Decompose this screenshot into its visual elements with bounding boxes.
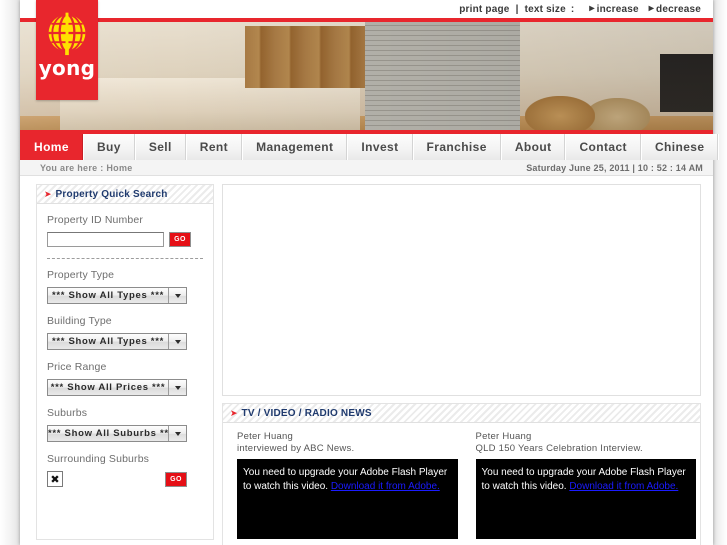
increase-text-size-link[interactable]: ▸ increase	[589, 2, 639, 15]
breadcrumb: You are here : Home	[40, 162, 133, 173]
nav-trailing-spacer	[718, 134, 720, 160]
video-description: interviewed by ABC News.	[237, 443, 355, 454]
video-item: Peter Huang QLD 150 Years Celebration In…	[462, 431, 701, 545]
download-flash-link[interactable]: Download it from Adobe.	[331, 480, 440, 493]
main-column: ➤ TV / VIDEO / RADIO NEWS Peter Huang in…	[222, 184, 701, 545]
print-page-link[interactable]: print page	[459, 4, 509, 15]
price-range-value: *** Show All Prices ***	[50, 382, 166, 393]
quick-search-title: Property Quick Search	[55, 188, 168, 200]
current-datetime: Saturday June 25, 2011 | 10 : 52 : 14 AM	[526, 162, 703, 173]
price-range-label: Price Range	[47, 361, 107, 373]
utility-separator: |	[515, 3, 519, 15]
nav-item-chinese[interactable]: Chinese	[640, 134, 719, 160]
increase-label: increase	[596, 3, 639, 15]
decrease-label: decrease	[656, 3, 701, 15]
property-id-input[interactable]	[47, 232, 164, 247]
surrounding-suburbs-go-button[interactable]: GO	[165, 471, 187, 487]
building-type-value: *** Show All Types ***	[51, 336, 164, 347]
video-grid: Peter Huang interviewed by ABC News. You…	[223, 423, 700, 545]
nav-item-about[interactable]: About	[500, 134, 566, 160]
building-type-label: Building Type	[47, 315, 112, 327]
property-type-select[interactable]: *** Show All Types ***	[47, 287, 187, 304]
chevron-down-icon	[168, 334, 186, 349]
chevron-down-icon	[168, 426, 186, 441]
utility-bar: print page | text size : ▸ increase ▸ decr…	[20, 0, 713, 18]
content-area: ➤ Property Quick Search Property ID Numb…	[20, 176, 713, 545]
property-id-go-button[interactable]: GO	[169, 232, 191, 247]
arrow-right-icon: ➤	[230, 407, 238, 418]
surrounding-suburbs-label: Surrounding Suburbs	[47, 453, 150, 465]
arrow-right-icon: ▸	[589, 2, 595, 14]
nav-item-home[interactable]: Home	[20, 134, 83, 160]
arrow-right-icon: ▸	[648, 2, 655, 14]
suburbs-select[interactable]: *** Show All Suburbs ***	[47, 425, 187, 442]
property-type-value: *** Show All Types ***	[51, 290, 164, 301]
hero-top-rule	[20, 18, 713, 22]
nav-item-sell[interactable]: Sell	[134, 134, 186, 160]
nav-item-buy[interactable]: Buy	[82, 134, 135, 160]
tv-video-radio-news-panel: ➤ TV / VIDEO / RADIO NEWS Peter Huang in…	[222, 403, 701, 545]
chevron-down-icon	[168, 288, 186, 303]
chevron-down-icon	[168, 380, 186, 395]
logo-wordmark: yong	[38, 56, 96, 80]
hero-bottom-rule	[20, 130, 713, 134]
main-navigation: Home Buy Sell Rent Management Invest Fra…	[20, 134, 720, 161]
suburbs-label: Suburbs	[47, 407, 88, 419]
video-item: Peter Huang interviewed by ABC News. You…	[223, 431, 462, 545]
download-flash-link[interactable]: Download it from Adobe.	[569, 480, 678, 493]
divider	[47, 258, 203, 259]
site-logo[interactable]: yong	[36, 0, 98, 100]
video-person-name: Peter Huang	[237, 431, 294, 442]
utility-colon: :	[570, 3, 575, 15]
video-description: QLD 150 Years Celebration Interview.	[475, 443, 643, 454]
property-id-label: Property ID Number	[47, 214, 144, 226]
hero-interior-photo	[20, 18, 713, 134]
page-right-edge	[713, 0, 727, 545]
property-id-row: GO	[47, 232, 203, 247]
news-panel-header: ➤ TV / VIDEO / RADIO NEWS	[223, 404, 700, 423]
nav-item-management[interactable]: Management	[242, 134, 348, 160]
nav-item-franchise[interactable]: Franchise	[412, 134, 501, 160]
nav-item-invest[interactable]: Invest	[347, 134, 413, 160]
broken-image-icon: ✖	[47, 471, 63, 487]
nav-item-contact[interactable]: Contact	[565, 134, 641, 160]
video-person-name: Peter Huang	[475, 431, 532, 442]
quick-search-form: Property ID Number GO Property Type *** …	[37, 204, 213, 495]
flash-player-placeholder[interactable]: You need to upgrade your Adobe Flash Pla…	[237, 459, 458, 539]
surrounding-suburbs-row: ✖ GO	[47, 471, 187, 487]
price-range-select[interactable]: *** Show All Prices ***	[47, 379, 187, 396]
page-root: print page | text size : ▸ increase ▸ decr…	[0, 0, 727, 545]
quick-search-panel-header: ➤ Property Quick Search	[37, 185, 213, 204]
nav-item-rent[interactable]: Rent	[185, 134, 243, 160]
page-left-edge	[0, 0, 20, 545]
sidebar-quick-search-panel: ➤ Property Quick Search Property ID Numb…	[36, 184, 214, 540]
property-type-label: Property Type	[47, 269, 115, 281]
building-type-select[interactable]: *** Show All Types ***	[47, 333, 187, 350]
hero-banner	[20, 18, 713, 134]
arrow-right-icon: ➤	[44, 188, 52, 199]
decrease-text-size-link[interactable]: ▸ decrease	[648, 2, 701, 15]
flash-player-placeholder[interactable]: You need to upgrade your Adobe Flash Pla…	[475, 459, 696, 539]
breadcrumb-bar: You are here : Home Saturday June 25, 20…	[20, 160, 713, 176]
video-caption: Peter Huang interviewed by ABC News.	[237, 431, 458, 455]
text-size-label: text size	[524, 3, 566, 15]
feature-content-box	[222, 184, 701, 396]
globe-icon	[48, 12, 86, 56]
video-caption: Peter Huang QLD 150 Years Celebration In…	[476, 431, 697, 455]
news-panel-title: TV / VIDEO / RADIO NEWS	[241, 407, 372, 419]
suburbs-value: *** Show All Suburbs ***	[48, 428, 168, 439]
